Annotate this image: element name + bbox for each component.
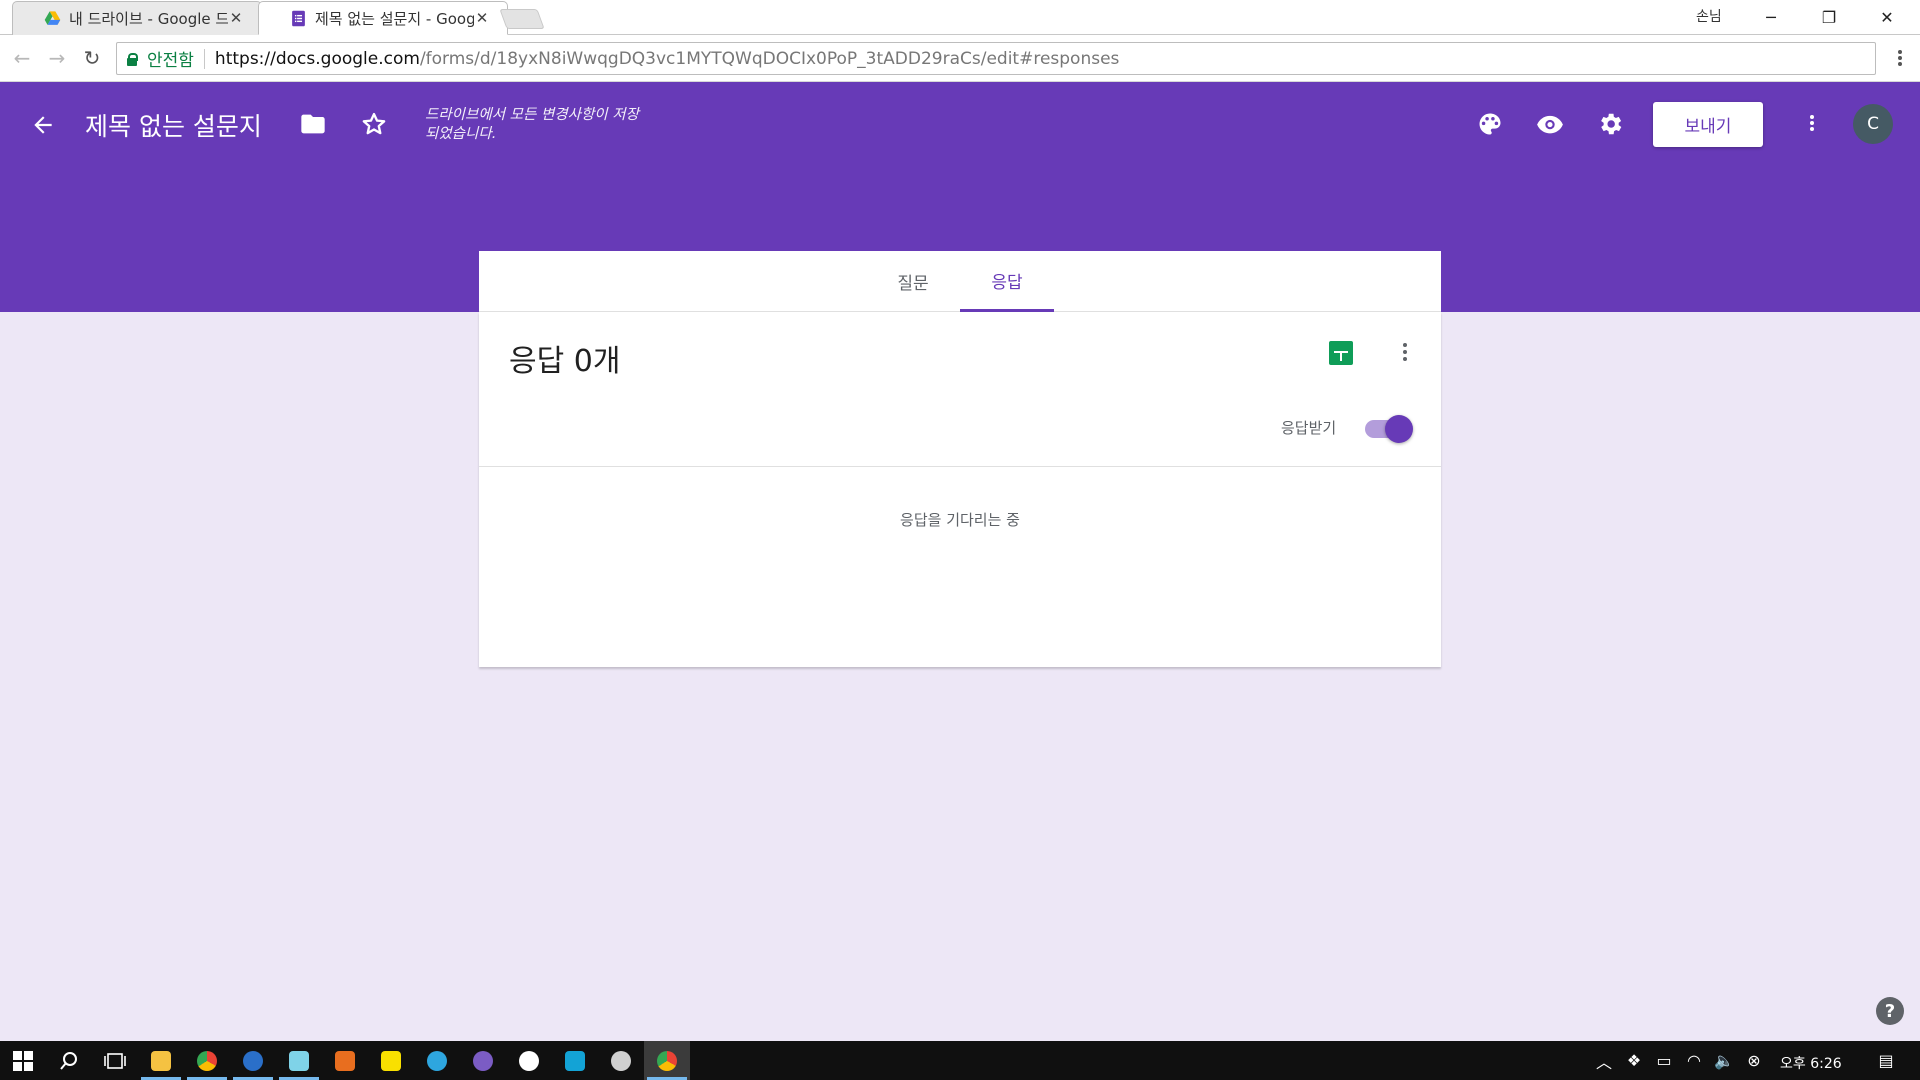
kakaotalk-icon[interactable]	[368, 1041, 414, 1080]
search-icon[interactable]	[46, 1041, 92, 1080]
notepad-icon[interactable]	[276, 1041, 322, 1080]
url-host: https://docs.google.com	[214, 48, 420, 69]
notification-icon[interactable]: ▤	[1866, 1041, 1906, 1080]
divider	[479, 466, 1441, 467]
send-button[interactable]: 보내기	[1653, 102, 1763, 147]
browser-menu-icon[interactable]	[1890, 47, 1910, 69]
clock[interactable]: 오후 6:26	[1780, 1053, 1842, 1073]
avatar[interactable]: C	[1853, 104, 1893, 144]
url-path: /forms/d/18yxN8iWwqgDQ3vc1MYTQWqDOCIx0Po…	[419, 48, 1120, 69]
lock-icon	[127, 52, 138, 66]
tab-responses[interactable]: 응답	[960, 251, 1054, 312]
error-icon[interactable]: ⊗	[1740, 1041, 1768, 1080]
app-icon[interactable]	[506, 1041, 552, 1080]
chrome-icon[interactable]	[644, 1041, 690, 1080]
more-options-icon[interactable]	[1399, 341, 1411, 363]
browser-tab-strip: 내 드라이브 - Google 드라이브 ✕ 제목 없는 설문지 - Googl…	[0, 0, 1920, 35]
windows-start-icon[interactable]	[0, 1041, 46, 1080]
new-tab-button[interactable]	[499, 9, 545, 29]
tab-title: 내 드라이브 - Google 드라이브	[69, 9, 228, 28]
chevron-up-icon[interactable]: ︿	[1590, 1041, 1618, 1080]
battery-icon[interactable]: ▭	[1650, 1041, 1678, 1080]
wifi-icon[interactable]: ◠	[1680, 1041, 1708, 1080]
volume-muted-icon[interactable]: 🔈	[1710, 1041, 1738, 1080]
app-icon[interactable]	[598, 1041, 644, 1080]
forward-icon[interactable]: →	[45, 47, 69, 69]
task-view-icon[interactable]	[92, 1041, 138, 1080]
close-icon[interactable]: ✕	[474, 9, 490, 27]
close-icon[interactable]: ✕	[228, 9, 244, 27]
minimize-button[interactable]: ─	[1742, 0, 1800, 34]
app-icon[interactable]	[552, 1041, 598, 1080]
help-icon[interactable]: ?	[1876, 997, 1904, 1025]
tab-title: 제목 없는 설문지 - Google Forms	[315, 9, 474, 28]
arrow-back-icon[interactable]	[30, 112, 56, 138]
form-title[interactable]: 제목 없는 설문지	[85, 107, 262, 143]
response-count: 응답 0개	[509, 344, 621, 379]
tab-questions[interactable]: 질문	[866, 251, 960, 312]
palette-icon[interactable]	[1476, 110, 1504, 138]
back-icon[interactable]: ←	[10, 47, 34, 69]
google-drive-icon	[44, 10, 61, 25]
browser-toolbar: ← → ↻ 안전함 https://docs.google.com/forms/…	[0, 35, 1920, 82]
divider	[203, 48, 205, 69]
settings-gear-icon[interactable]	[1596, 110, 1624, 138]
profile-name[interactable]: 손님	[1696, 6, 1722, 26]
browser-tab-forms[interactable]: 제목 없는 설문지 - Google Forms ✕	[264, 1, 502, 35]
secure-label: 안전함	[147, 51, 194, 71]
reload-icon[interactable]: ↻	[80, 47, 104, 69]
responses-card: 응답 0개 응답받기 응답을 기다리는 중	[479, 312, 1441, 667]
window-close-button[interactable]: ✕	[1858, 0, 1916, 34]
sheets-icon[interactable]	[1329, 341, 1353, 365]
telegram-icon[interactable]	[414, 1041, 460, 1080]
restore-button[interactable]: ❐	[1800, 0, 1858, 34]
toggle-knob[interactable]	[1385, 415, 1413, 443]
address-bar[interactable]: 안전함 https://docs.google.com/forms/d/18yx…	[116, 42, 1876, 75]
browser-tab-drive[interactable]: 내 드라이브 - Google 드라이브 ✕	[18, 1, 256, 35]
preview-eye-icon[interactable]	[1536, 110, 1564, 138]
dropbox-icon[interactable]: ❖	[1620, 1041, 1648, 1080]
star-outline-icon[interactable]	[360, 110, 388, 138]
visual-studio-icon[interactable]	[322, 1041, 368, 1080]
save-status: 드라이브에서 모든 변경사항이 저장되었습니다.	[425, 107, 639, 142]
accepting-responses-label: 응답받기	[1281, 419, 1337, 437]
google-forms-icon	[292, 10, 305, 26]
app-icon[interactable]	[460, 1041, 506, 1080]
folder-icon[interactable]	[299, 110, 327, 138]
form-tabs: 질문 응답	[479, 251, 1441, 312]
waiting-message: 응답을 기다리는 중	[900, 511, 1020, 529]
chrome-icon[interactable]	[184, 1041, 230, 1080]
app-icon[interactable]	[230, 1041, 276, 1080]
file-explorer-icon[interactable]	[138, 1041, 184, 1080]
taskbar: ︿ ❖ ▭ ◠ 🔈 ⊗ 오후 6:26 ▤	[0, 1041, 1920, 1080]
more-options-icon[interactable]	[1802, 112, 1822, 134]
